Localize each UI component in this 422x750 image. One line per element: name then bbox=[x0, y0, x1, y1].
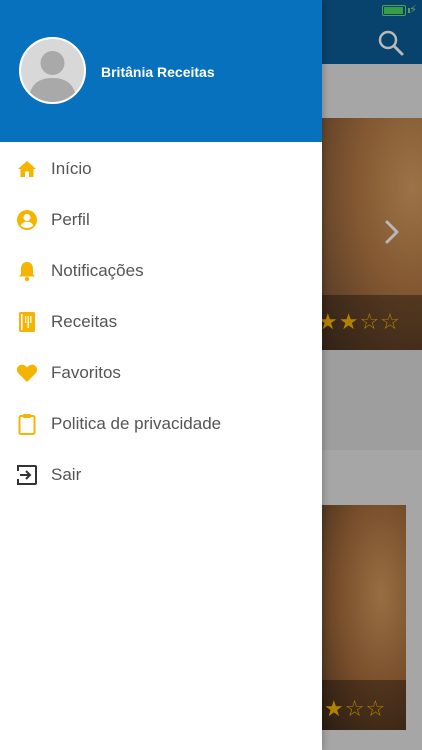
menu-item-privacidade[interactable]: Politica de privacidade bbox=[0, 398, 322, 449]
menu-item-label: Favoritos bbox=[51, 362, 121, 382]
menu-item-label: Sair bbox=[51, 464, 82, 484]
avatar[interactable] bbox=[19, 37, 86, 104]
account-circle-icon bbox=[15, 208, 38, 231]
menu-item-label: Notificações bbox=[51, 260, 144, 280]
user-placeholder-icon bbox=[29, 51, 76, 102]
menu-item-label: Politica de privacidade bbox=[51, 413, 222, 433]
menu-item-favoritos[interactable]: Favoritos bbox=[0, 347, 322, 398]
profile-name: Britânia Receitas bbox=[101, 64, 215, 80]
drawer-menu: Início Perfil Notificações Receitas Favo… bbox=[0, 143, 322, 500]
menu-item-sair[interactable]: Sair bbox=[0, 449, 322, 500]
menu-item-label: Início bbox=[51, 158, 92, 178]
home-icon bbox=[15, 157, 38, 180]
drawer-header: Britânia Receitas bbox=[0, 0, 322, 142]
recipe-book-icon bbox=[15, 310, 38, 333]
exit-icon bbox=[15, 463, 38, 486]
menu-item-label: Perfil bbox=[51, 209, 90, 229]
menu-item-inicio[interactable]: Início bbox=[0, 143, 322, 194]
navigation-drawer: Britânia Receitas Início Perfil Notifica… bbox=[0, 0, 322, 750]
bell-icon bbox=[15, 259, 38, 282]
clipboard-icon bbox=[15, 412, 38, 435]
menu-item-receitas[interactable]: Receitas bbox=[0, 296, 322, 347]
menu-item-perfil[interactable]: Perfil bbox=[0, 194, 322, 245]
menu-item-label: Receitas bbox=[51, 311, 118, 331]
heart-icon bbox=[15, 361, 38, 384]
menu-item-notificacoes[interactable]: Notificações bbox=[0, 245, 322, 296]
